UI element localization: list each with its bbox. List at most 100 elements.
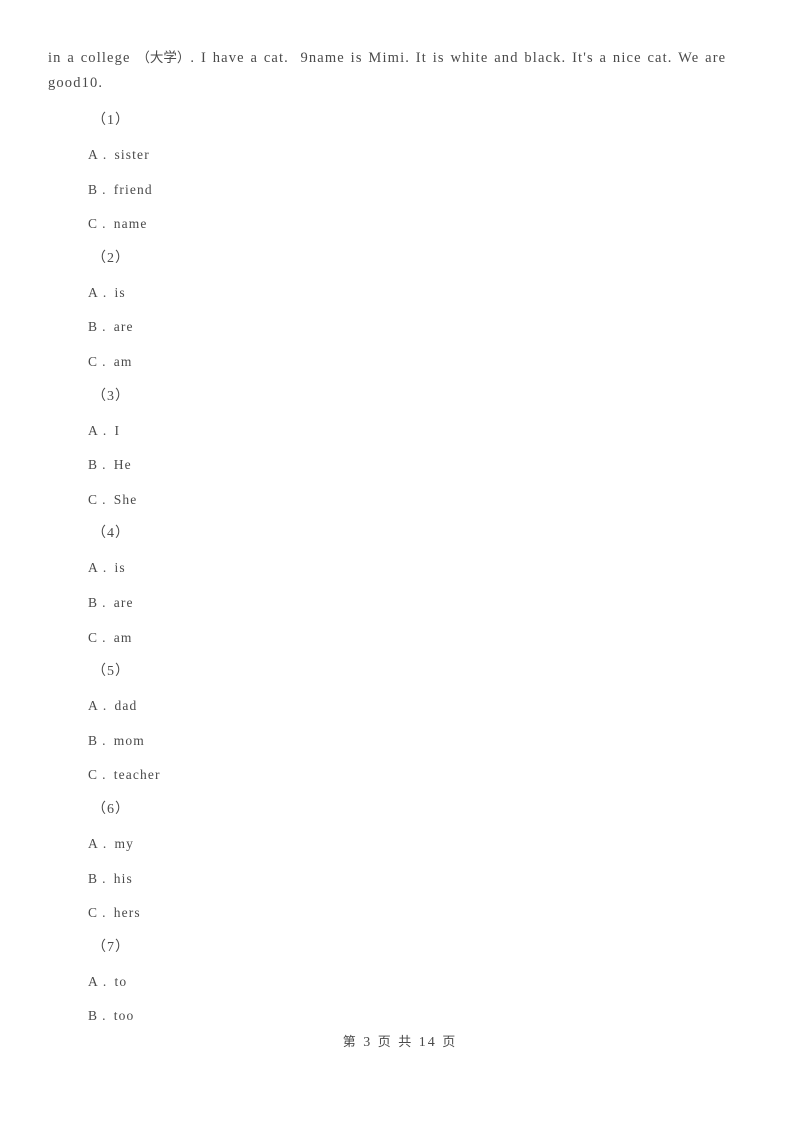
option-dot: . [102, 353, 107, 369]
option-text: teacher [113, 767, 161, 783]
option-text: my [114, 835, 134, 851]
option-row[interactable]: B. are [0, 310, 800, 345]
option-row[interactable]: B. mom [0, 724, 800, 759]
option-dot: . [102, 147, 108, 162]
option-letter: A [88, 698, 99, 714]
option-dot: . [102, 422, 108, 438]
option-dot: . [102, 870, 107, 886]
option-letter: A [88, 422, 99, 438]
footer-current-page: 3 [363, 1035, 373, 1050]
passage-chinese-term: （大学） [136, 50, 191, 66]
footer-page-unit: 页 [377, 1035, 393, 1050]
option-row[interactable]: A. is [0, 551, 800, 586]
question-block-3: （3） A. I B. He C. She [0, 380, 800, 518]
option-row[interactable]: A. my [0, 827, 800, 862]
option-letter: A [88, 973, 99, 989]
option-letter: B [88, 181, 99, 197]
option-row[interactable]: C. name [0, 207, 800, 242]
option-text: dad [114, 698, 138, 714]
option-dot: . [102, 284, 108, 300]
option-letter: B [88, 594, 99, 610]
question-block-5: （5） A. dad B. mom C. teacher [0, 655, 800, 793]
option-text: is [114, 560, 126, 576]
option-dot: . [102, 594, 107, 610]
option-row[interactable]: A. sister [0, 138, 800, 173]
option-dot: . [102, 491, 107, 507]
option-text: am [113, 629, 133, 645]
option-dot: . [102, 698, 108, 714]
passage-line-1: in a college （大学）. I have a cat. 9name i… [48, 50, 727, 91]
footer-total-unit: 页 [442, 1035, 458, 1050]
option-row[interactable]: A. I [0, 414, 800, 449]
option-text: hers [113, 905, 141, 921]
option-dot: . [102, 560, 108, 576]
question-block-6: （6） A. my B. his C. hers [0, 793, 800, 931]
question-number: （5） [92, 664, 130, 680]
option-text: his [113, 870, 133, 886]
question-block-1: （1） A. sister B. friend C. name [0, 104, 800, 242]
option-letter: C [88, 491, 99, 507]
option-row[interactable]: A. to [0, 965, 800, 1000]
question-number: （4） [92, 526, 130, 542]
option-dot: . [102, 216, 107, 232]
question-number: （2） [92, 250, 130, 266]
option-row[interactable]: B. He [0, 448, 800, 483]
option-row[interactable]: B. his [0, 862, 800, 897]
option-letter: C [88, 905, 99, 921]
option-letter: C [88, 629, 99, 645]
option-letter: C [88, 767, 99, 783]
question-block-7: （7） A. to B. too [0, 931, 800, 1034]
option-text: are [113, 594, 134, 610]
option-text: am [113, 353, 133, 369]
option-row[interactable]: C. teacher [0, 758, 800, 793]
option-text: sister [114, 147, 150, 162]
footer-prefix: 第 [342, 1035, 358, 1050]
question-number: （6） [92, 801, 130, 817]
passage-text: in a college （大学）. I have a cat. 9name i… [48, 46, 754, 96]
question-number: （7） [92, 939, 130, 955]
option-text: too [113, 1008, 135, 1024]
question-number: （1） [92, 113, 130, 128]
option-dot: . [102, 457, 107, 473]
option-text: She [113, 491, 138, 507]
option-letter: A [88, 835, 99, 851]
option-row[interactable]: A. is [0, 276, 800, 311]
option-text: mom [113, 732, 145, 748]
question-number: （3） [92, 388, 130, 404]
option-letter: A [88, 560, 99, 576]
option-row[interactable]: C. She [0, 483, 800, 518]
option-row[interactable]: C. am [0, 621, 800, 656]
option-letter: B [88, 732, 99, 748]
option-dot: . [102, 973, 108, 989]
option-letter: C [88, 353, 99, 369]
option-letter: A [88, 284, 99, 300]
option-row[interactable]: C. hers [0, 896, 800, 931]
option-dot: . [102, 835, 108, 851]
option-text: name [113, 216, 148, 232]
footer-conjunction: 共 [398, 1035, 414, 1050]
option-letter: B [88, 319, 99, 335]
option-dot: . [102, 319, 107, 335]
option-dot: . [102, 181, 107, 197]
option-text: is [114, 284, 126, 300]
option-row[interactable]: B. friend [0, 173, 800, 208]
option-dot: . [102, 905, 107, 921]
exam-page: in a college （大学）. I have a cat. 9name i… [0, 0, 800, 1132]
option-text: to [114, 973, 128, 989]
option-row[interactable]: B. too [0, 999, 800, 1034]
option-dot: . [102, 629, 107, 645]
option-row[interactable]: B. are [0, 586, 800, 621]
option-text: friend [113, 181, 153, 197]
footer-total-pages: 14 [418, 1035, 437, 1050]
option-letter: C [88, 216, 99, 232]
option-text: I [114, 422, 121, 438]
option-row[interactable]: C. am [0, 345, 800, 380]
question-block-2: （2） A. is B. are C. am [0, 242, 800, 380]
option-letter: B [88, 870, 99, 886]
option-text: are [113, 319, 134, 335]
option-row[interactable]: A. dad [0, 689, 800, 724]
question-list: （1） A. sister B. friend C. name （2） A. is B.… [0, 104, 800, 1034]
option-letter: B [88, 457, 99, 473]
page-footer: 第 3 页 共 14 页 [0, 1031, 800, 1051]
option-dot: . [102, 732, 107, 748]
